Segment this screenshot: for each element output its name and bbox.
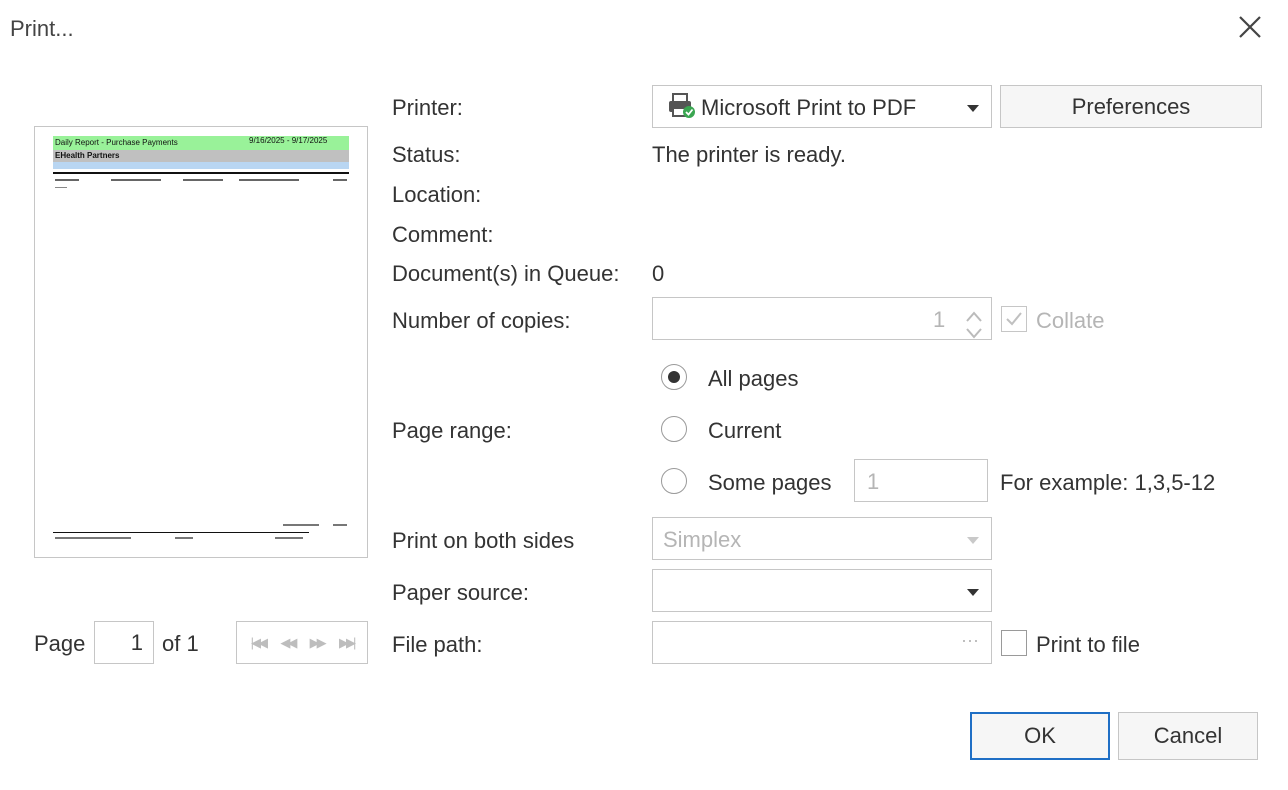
current-page-label: Current bbox=[708, 418, 782, 443]
preview-footer-total bbox=[283, 524, 319, 526]
all-pages-radio[interactable] bbox=[661, 364, 687, 390]
preview-footer-text bbox=[275, 537, 303, 539]
preview-footer-rule bbox=[53, 532, 309, 533]
page-number-input[interactable]: 1 bbox=[94, 621, 154, 664]
copies-label: Number of copies: bbox=[392, 308, 571, 333]
paper-source-select[interactable] bbox=[652, 569, 992, 612]
print-to-file-checkbox[interactable] bbox=[1001, 630, 1027, 656]
current-page-radio[interactable] bbox=[661, 416, 687, 442]
preview-footer-total bbox=[333, 524, 347, 526]
preview-column-band bbox=[53, 162, 349, 169]
both-sides-label: Print on both sides bbox=[392, 528, 575, 553]
paper-source-label: Paper source: bbox=[392, 580, 529, 605]
page-count-label: of 1 bbox=[162, 631, 199, 656]
chevron-down-icon bbox=[967, 589, 979, 596]
preview-row bbox=[333, 179, 347, 181]
file-path-label: File path: bbox=[392, 632, 483, 657]
some-pages-input[interactable]: 1 bbox=[854, 459, 988, 502]
some-pages-value: 1 bbox=[867, 469, 880, 494]
stepper-down-icon[interactable] bbox=[965, 320, 983, 346]
next-page-icon[interactable]: ▶▶ bbox=[310, 635, 327, 651]
printer-label: Printer: bbox=[392, 95, 463, 120]
preview-report-title: Daily Report - Purchase Payments bbox=[55, 138, 178, 147]
preview-row bbox=[55, 179, 79, 181]
first-page-icon[interactable]: |◀◀ bbox=[251, 635, 268, 651]
cancel-button[interactable]: Cancel bbox=[1118, 712, 1258, 760]
preview-row bbox=[239, 179, 299, 181]
duplex-value: Simplex bbox=[663, 527, 742, 552]
chevron-down-icon bbox=[967, 105, 979, 112]
collate-checkbox[interactable] bbox=[1001, 306, 1027, 332]
page-label: Page bbox=[34, 631, 86, 656]
preview-rule bbox=[53, 172, 349, 174]
preview-subtitle: EHealth Partners bbox=[55, 151, 120, 160]
ok-button[interactable]: OK bbox=[970, 712, 1110, 760]
comment-label: Comment: bbox=[392, 222, 494, 247]
status-label: Status: bbox=[392, 142, 461, 167]
close-icon[interactable] bbox=[1236, 12, 1264, 42]
queue-label: Document(s) in Queue: bbox=[392, 261, 620, 286]
print-to-file-label: Print to file bbox=[1036, 632, 1140, 657]
preferences-button[interactable]: Preferences bbox=[1000, 85, 1262, 128]
preview-footer-text bbox=[55, 537, 131, 539]
preview-footer-text bbox=[175, 537, 193, 539]
file-path-input[interactable]: ··· bbox=[652, 621, 992, 664]
location-label: Location: bbox=[392, 182, 482, 207]
printer-value: Microsoft Print to PDF bbox=[701, 95, 917, 120]
all-pages-label: All pages bbox=[708, 366, 799, 391]
preview-row bbox=[111, 179, 161, 181]
preview-date-range: 9/16/2025 - 9/17/2025 bbox=[249, 136, 328, 145]
collate-label: Collate bbox=[1036, 308, 1105, 333]
some-pages-label: Some pages bbox=[708, 470, 832, 495]
preview-row bbox=[183, 179, 223, 181]
print-preview: Daily Report - Purchase Payments 9/16/20… bbox=[34, 126, 368, 558]
chevron-down-icon bbox=[967, 537, 979, 544]
prev-page-icon[interactable]: ◀◀ bbox=[280, 635, 297, 651]
copies-value: 1 bbox=[933, 307, 946, 332]
dialog-title: Print... bbox=[10, 16, 74, 41]
printer-icon bbox=[667, 92, 697, 126]
page-nav-buttons: |◀◀ ◀◀ ▶▶ ▶▶| bbox=[236, 621, 368, 664]
check-icon bbox=[1006, 312, 1022, 326]
preview-row bbox=[55, 187, 67, 188]
printer-select[interactable]: Microsoft Print to PDF bbox=[652, 85, 992, 128]
some-pages-radio[interactable] bbox=[661, 468, 687, 494]
last-page-icon[interactable]: ▶▶| bbox=[339, 635, 356, 651]
queue-value: 0 bbox=[652, 261, 665, 286]
duplex-select[interactable]: Simplex bbox=[652, 517, 992, 560]
page-range-label: Page range: bbox=[392, 418, 512, 443]
page-range-example: For example: 1,3,5-12 bbox=[1000, 470, 1216, 495]
browse-ellipsis-icon[interactable]: ··· bbox=[961, 630, 979, 651]
status-value: The printer is ready. bbox=[652, 142, 847, 167]
copies-stepper[interactable]: 1 bbox=[652, 297, 992, 340]
